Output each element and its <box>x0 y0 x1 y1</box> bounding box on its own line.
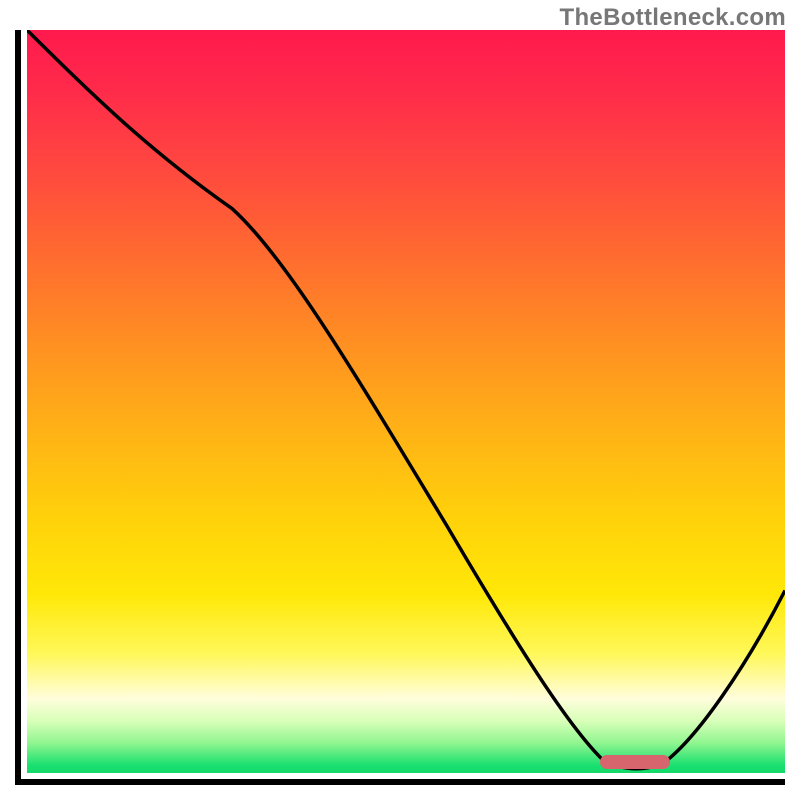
plot-axes <box>15 30 785 785</box>
optimal-marker <box>600 755 670 769</box>
curve-path <box>27 30 785 769</box>
chart-container: TheBottleneck.com <box>0 0 800 800</box>
bottleneck-curve <box>27 30 785 773</box>
watermark-text: TheBottleneck.com <box>560 4 786 32</box>
plot-area <box>27 30 785 773</box>
